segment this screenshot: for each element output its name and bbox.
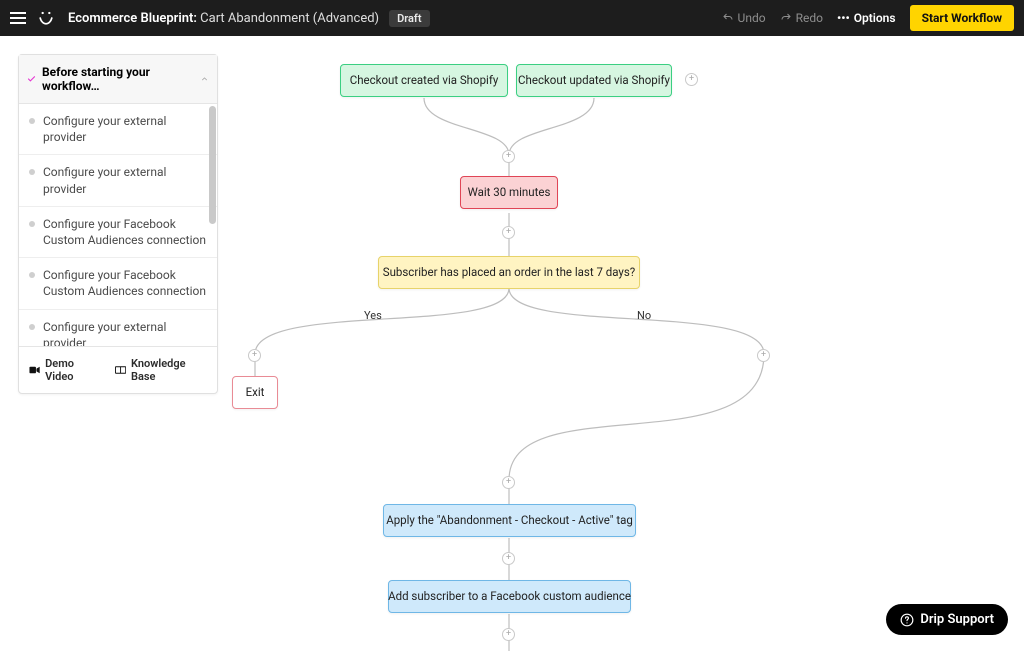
add-step-button[interactable]: +: [757, 349, 770, 362]
trigger-checkout-created[interactable]: Checkout created via Shopify: [340, 64, 508, 97]
action-apply-tag[interactable]: Apply the "Abandonment - Checkout - Acti…: [383, 504, 636, 537]
page-title: Ecommerce Blueprint: Cart Abandonment (A…: [68, 11, 379, 26]
checklist-item[interactable]: Configure your Facebook Custom Audiences…: [19, 207, 217, 258]
add-step-button[interactable]: +: [502, 476, 515, 489]
check-icon: [27, 74, 36, 84]
knowledge-base-link[interactable]: Knowledge Base: [115, 357, 207, 383]
add-step-button[interactable]: +: [502, 226, 515, 239]
video-icon: [29, 365, 40, 375]
checklist-item[interactable]: Configure your external provider: [19, 310, 217, 347]
help-icon: [900, 613, 914, 627]
options-dots-icon: [837, 11, 850, 25]
checklist-scrollbar[interactable]: [207, 104, 217, 346]
checklist-toggle[interactable]: Before starting your workflow…: [19, 55, 217, 104]
redo-icon: [780, 12, 792, 24]
undo-label: Undo: [738, 11, 766, 25]
support-button[interactable]: Drip Support: [886, 604, 1008, 635]
checklist-item[interactable]: Configure your Facebook Custom Audiences…: [19, 258, 217, 309]
redo-button[interactable]: Redo: [780, 11, 823, 25]
options-button[interactable]: Options: [837, 11, 896, 25]
add-trigger-button[interactable]: +: [685, 73, 698, 86]
top-right-group: Undo Redo Options Start Workflow: [722, 0, 1024, 36]
add-step-button[interactable]: +: [248, 349, 261, 362]
trigger-checkout-updated[interactable]: Checkout updated via Shopify: [516, 64, 672, 97]
menu-button[interactable]: [0, 0, 36, 36]
checklist-item[interactable]: Configure your external provider: [19, 104, 217, 155]
action-fb-audience[interactable]: Add subscriber to a Facebook custom audi…: [388, 580, 631, 613]
branch-yes-label: Yes: [364, 309, 382, 322]
checklist-item[interactable]: Configure your external provider: [19, 155, 217, 206]
add-step-button[interactable]: +: [502, 628, 515, 641]
add-step-button[interactable]: +: [502, 150, 515, 163]
chevron-up-icon: [200, 74, 209, 84]
checklist-heading: Before starting your workflow…: [42, 65, 194, 93]
top-bar: Ecommerce Blueprint: Cart Abandonment (A…: [0, 0, 1024, 36]
exit-node[interactable]: Exit: [232, 376, 278, 409]
checklist-footer: Demo Video Knowledge Base: [19, 346, 217, 393]
support-label: Drip Support: [920, 612, 994, 627]
undo-icon: [722, 12, 734, 24]
start-workflow-button[interactable]: Start Workflow: [910, 5, 1014, 31]
title-prefix: Ecommerce Blueprint:: [68, 11, 197, 26]
checklist-items: Configure your external provider Configu…: [19, 104, 217, 346]
checklist-panel: Before starting your workflow… Configure…: [18, 54, 218, 394]
scrollbar-thumb[interactable]: [209, 106, 216, 224]
redo-label: Redo: [796, 11, 823, 25]
add-step-button[interactable]: +: [502, 552, 515, 565]
app-logo: [36, 8, 56, 28]
title-main: Cart Abandonment (Advanced): [200, 11, 379, 26]
decision-node[interactable]: Subscriber has placed an order in the la…: [378, 256, 640, 289]
branch-no-label: No: [637, 309, 651, 322]
demo-video-link[interactable]: Demo Video: [29, 357, 101, 383]
undo-button[interactable]: Undo: [722, 11, 766, 25]
status-badge: Draft: [389, 10, 429, 27]
delay-node[interactable]: Wait 30 minutes: [460, 176, 558, 209]
book-icon: [115, 365, 126, 375]
options-label: Options: [854, 11, 896, 25]
